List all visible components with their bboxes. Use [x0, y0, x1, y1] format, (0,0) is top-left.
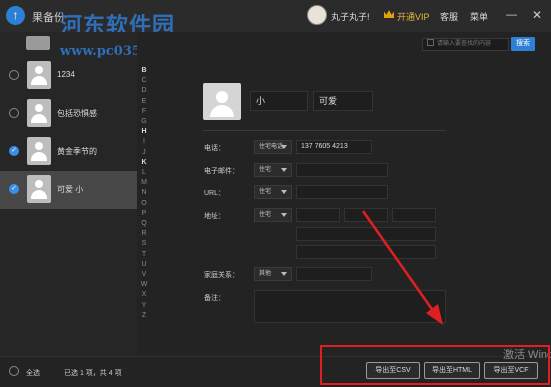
annotation-arrow-icon — [361, 210, 443, 325]
